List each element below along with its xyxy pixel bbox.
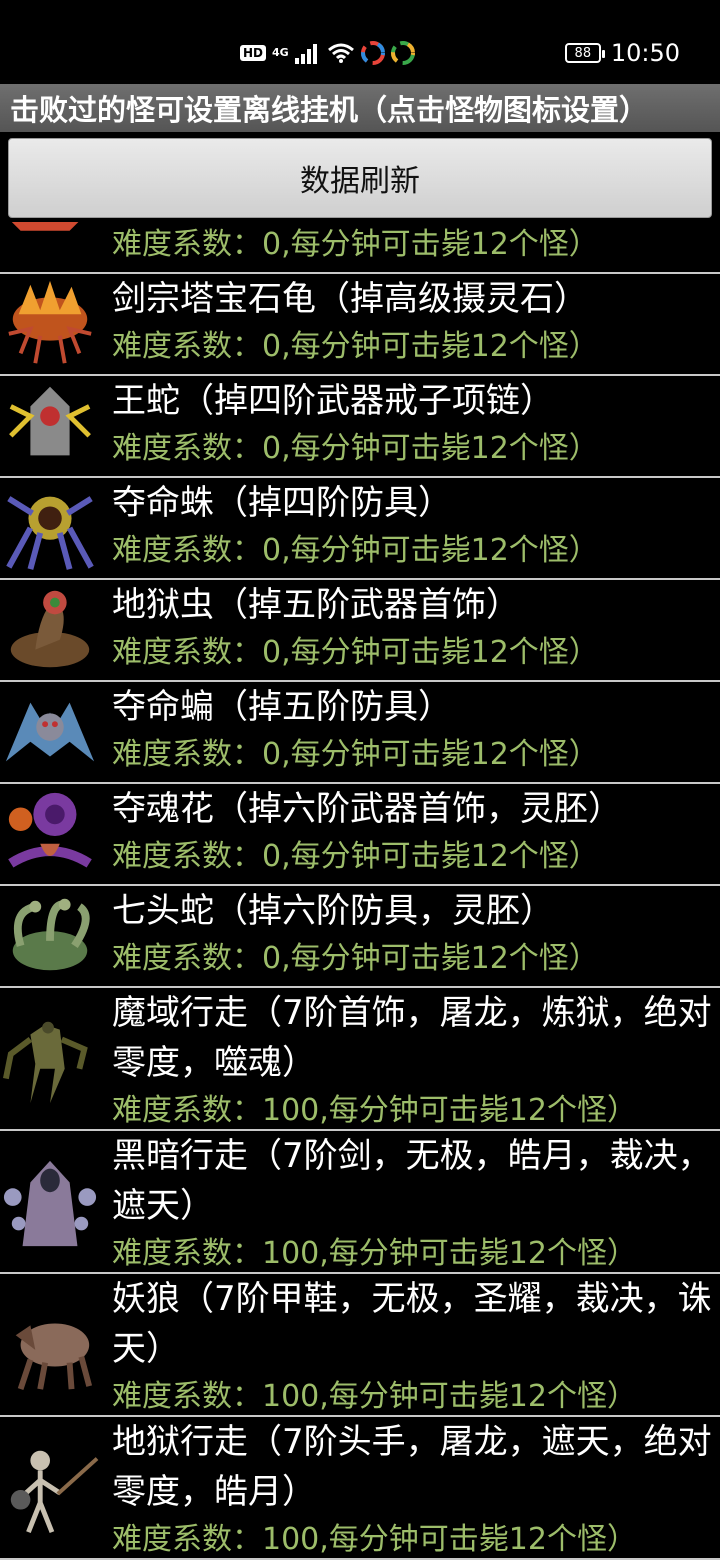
soul-flower-icon[interactable] bbox=[0, 784, 100, 884]
monster-name: 夺命蝙（掉五阶防具） bbox=[112, 687, 452, 727]
monster-row[interactable]: 夺魂花（掉六阶武器首饰，灵胚） 难度系数：0,每分钟可击毙12个怪） bbox=[0, 784, 720, 886]
monster-row[interactable]: 妖狼（7阶甲鞋，无极，圣耀，裁决，诛天） 难度系数：100,每分钟可击毙12个怪） bbox=[0, 1274, 720, 1417]
monster-row[interactable]: 夺命蝙（掉五阶防具） 难度系数：0,每分钟可击毙12个怪） bbox=[0, 682, 720, 784]
monster-info: 地狱虫（掉五阶武器首饰） 难度系数：0,每分钟可击毙12个怪） bbox=[112, 580, 720, 676]
monster-row[interactable]: 难度系数：0,每分钟可击毙12个怪） bbox=[0, 222, 720, 274]
difficulty-text: 难度系数：100,每分钟可击毙12个怪） bbox=[112, 1093, 637, 1128]
hd-icon: HD bbox=[240, 45, 267, 61]
monster-info: 剑宗塔宝石龟（掉高级摄灵石） 难度系数：0,每分钟可击毙12个怪） bbox=[112, 274, 720, 370]
difficulty-text: 难度系数：0,每分钟可击毙12个怪） bbox=[112, 533, 599, 568]
clock: 10:50 bbox=[610, 39, 680, 67]
wifi-icon bbox=[327, 43, 354, 63]
monster-row[interactable]: 七头蛇（掉六阶防具，灵胚） 难度系数：0,每分钟可击毙12个怪） bbox=[0, 886, 720, 988]
app-icon bbox=[390, 41, 415, 65]
monster-list[interactable]: 难度系数：0,每分钟可击毙12个怪） 剑宗塔宝石龟（掉高级摄灵石） 难度系数：0,每… bbox=[0, 222, 720, 1560]
difficulty-text: 难度系数：100,每分钟可击毙12个怪） bbox=[112, 1522, 637, 1557]
monster-info: 地狱行走（7阶头手，屠龙，遮天，绝对零度，皓月） 难度系数：100,每分钟可击毙1… bbox=[112, 1417, 720, 1560]
demon-walker-icon[interactable] bbox=[0, 988, 100, 1129]
king-snake-icon[interactable] bbox=[0, 376, 100, 476]
monster-info: 王蛇（掉四阶武器戒子项链） 难度系数：0,每分钟可击毙12个怪） bbox=[112, 376, 720, 472]
monster-row[interactable]: 剑宗塔宝石龟（掉高级摄灵石） 难度系数：0,每分钟可击毙12个怪） bbox=[0, 274, 720, 376]
signal-icon bbox=[294, 44, 317, 64]
monster-name: 剑宗塔宝石龟（掉高级摄灵石） bbox=[112, 279, 588, 319]
monster-row[interactable]: 王蛇（掉四阶武器戒子项链） 难度系数：0,每分钟可击毙12个怪） bbox=[0, 376, 720, 478]
difficulty-text: 难度系数：0,每分钟可击毙12个怪） bbox=[112, 839, 599, 874]
difficulty-text: 难度系数：0,每分钟可击毙12个怪） bbox=[112, 329, 599, 364]
skeleton-icon[interactable] bbox=[0, 1417, 100, 1558]
monster-row[interactable]: 黑暗行走（7阶剑，无极，皓月，裁决，遮天） 难度系数：100,每分钟可击毙12个怪… bbox=[0, 1131, 720, 1274]
monster-info: 妖狼（7阶甲鞋，无极，圣耀，裁决，诛天） 难度系数：100,每分钟可击毙12个怪） bbox=[112, 1274, 720, 1420]
monster-rows: 难度系数：0,每分钟可击毙12个怪） 剑宗塔宝石龟（掉高级摄灵石） 难度系数：0,每… bbox=[0, 222, 720, 1560]
page-title: 击败过的怪可设置离线挂机（点击怪物图标设置） bbox=[10, 93, 649, 127]
monster-icon-partial[interactable] bbox=[0, 222, 100, 272]
monster-name: 妖狼（7阶甲鞋，无极，圣耀，裁决，诛天） bbox=[112, 1279, 712, 1369]
difficulty-text: 难度系数：0,每分钟可击毙12个怪） bbox=[112, 227, 599, 262]
difficulty-text: 难度系数：100,每分钟可击毙12个怪） bbox=[112, 1236, 637, 1271]
hydra-icon[interactable] bbox=[0, 886, 100, 986]
monster-info: 夺命蝙（掉五阶防具） 难度系数：0,每分钟可击毙12个怪） bbox=[112, 682, 720, 778]
difficulty-text: 难度系数：0,每分钟可击毙12个怪） bbox=[112, 635, 599, 670]
refresh-button[interactable]: 数据刷新 bbox=[8, 138, 712, 218]
difficulty-text: 难度系数：0,每分钟可击毙12个怪） bbox=[112, 431, 599, 466]
dark-walker-icon[interactable] bbox=[0, 1131, 100, 1272]
monster-name: 王蛇（掉四阶武器戒子项链） bbox=[112, 381, 554, 421]
monster-row[interactable]: 夺命蛛（掉四阶防具） 难度系数：0,每分钟可击毙12个怪） bbox=[0, 478, 720, 580]
monster-row[interactable]: 魔域行走（7阶首饰，屠龙，炼狱，绝对零度，噬魂） 难度系数：100,每分钟可击毙1… bbox=[0, 988, 720, 1131]
difficulty-text: 难度系数：0,每分钟可击毙12个怪） bbox=[112, 941, 599, 976]
monster-row[interactable]: 地狱行走（7阶头手，屠龙，遮天，绝对零度，皓月） 难度系数：100,每分钟可击毙1… bbox=[0, 1417, 720, 1560]
difficulty-text: 难度系数：100,每分钟可击毙12个怪） bbox=[112, 1379, 637, 1414]
battery-icon: 88 bbox=[564, 43, 605, 63]
monster-name: 地狱行走（7阶头手，屠龙，遮天，绝对零度，皓月） bbox=[112, 1422, 712, 1512]
monster-name: 夺命蛛（掉四阶防具） bbox=[112, 483, 452, 523]
bat-icon[interactable] bbox=[0, 682, 100, 782]
fire-turtle-icon[interactable] bbox=[0, 274, 100, 374]
monster-name: 黑暗行走（7阶剑，无极，皓月，裁决，遮天） bbox=[112, 1136, 712, 1226]
monster-info: 七头蛇（掉六阶防具，灵胚） 难度系数：0,每分钟可击毙12个怪） bbox=[112, 886, 720, 982]
status-icons: HD 4G bbox=[240, 38, 415, 68]
app-icon bbox=[360, 41, 385, 65]
monster-info: 夺命蛛（掉四阶防具） 难度系数：0,每分钟可击毙12个怪） bbox=[112, 478, 720, 574]
monster-info: 魔域行走（7阶首饰，屠龙，炼狱，绝对零度，噬魂） 难度系数：100,每分钟可击毙1… bbox=[112, 988, 720, 1134]
monster-name: 七头蛇（掉六阶防具，灵胚） bbox=[112, 891, 554, 931]
monster-name: 地狱虫（掉五阶武器首饰） bbox=[112, 585, 520, 625]
network-type: 4G bbox=[272, 46, 289, 59]
monster-info: 夺魂花（掉六阶武器首饰，灵胚） 难度系数：0,每分钟可击毙12个怪） bbox=[112, 784, 720, 880]
monster-name: 魔域行走（7阶首饰，屠龙，炼狱，绝对零度，噬魂） bbox=[112, 993, 712, 1083]
status-bar: HD 4G 88 10:50 bbox=[0, 0, 720, 84]
monster-info: 黑暗行走（7阶剑，无极，皓月，裁决，遮天） 难度系数：100,每分钟可击毙12个怪… bbox=[112, 1131, 720, 1277]
difficulty-text: 难度系数：0,每分钟可击毙12个怪） bbox=[112, 737, 599, 772]
demon-wolf-icon[interactable] bbox=[0, 1274, 100, 1415]
monster-name: 夺魂花（掉六阶武器首饰，灵胚） bbox=[112, 789, 622, 829]
hell-worm-icon[interactable] bbox=[0, 580, 100, 680]
monster-row[interactable]: 地狱虫（掉五阶武器首饰） 难度系数：0,每分钟可击毙12个怪） bbox=[0, 580, 720, 682]
spider-icon[interactable] bbox=[0, 478, 100, 578]
header-bar: 击败过的怪可设置离线挂机（点击怪物图标设置） bbox=[0, 84, 720, 132]
status-right: 88 10:50 bbox=[564, 38, 680, 68]
battery-level: 88 bbox=[574, 45, 592, 61]
